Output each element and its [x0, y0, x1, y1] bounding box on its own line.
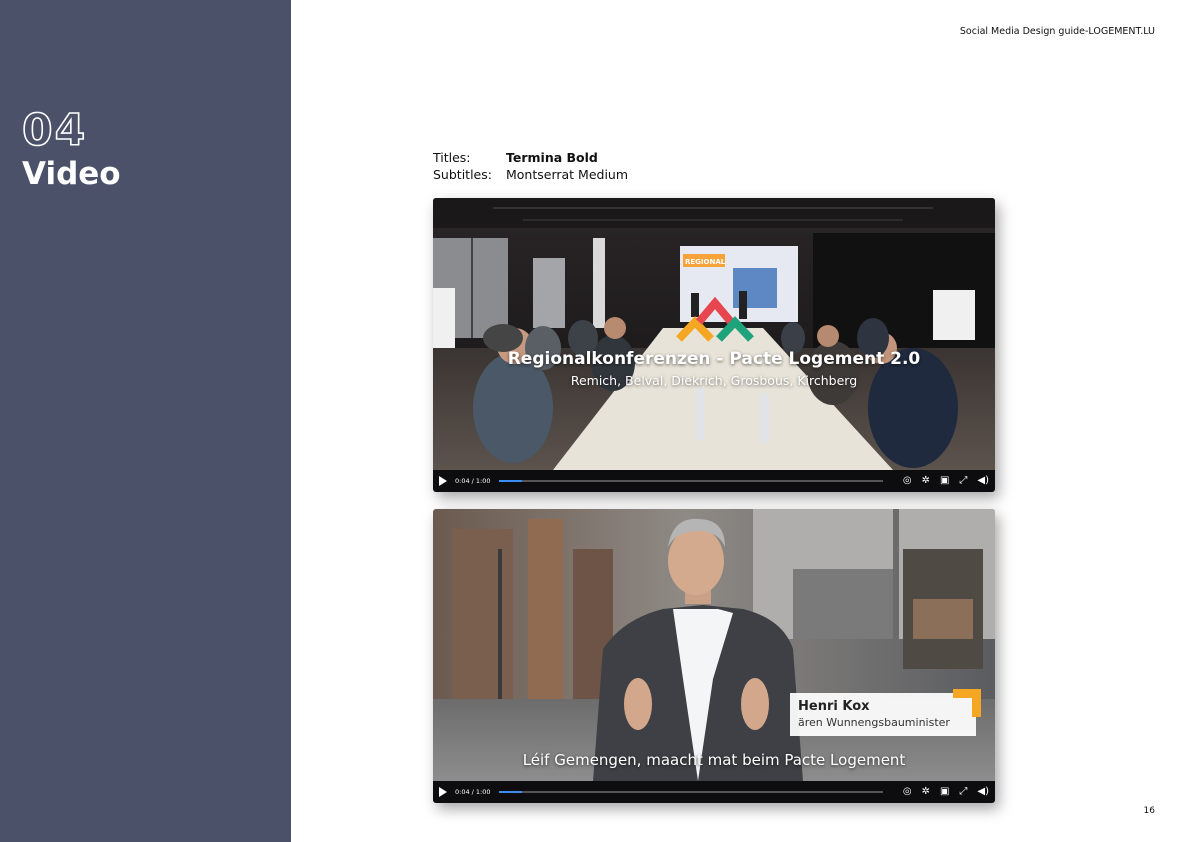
subtitles-font: Montserrat Medium: [506, 167, 629, 182]
sidebar-panel: 04 Video: [0, 0, 291, 842]
video-title: Regionalkonferenzen - Pacte Logement 2.0: [507, 349, 921, 369]
subtitles-label: Subtitles:: [433, 167, 492, 182]
titles-font: Termina Bold: [506, 150, 598, 165]
fullscreen-icon[interactable]: ⤢: [959, 476, 967, 486]
video-player-minister[interactable]: Henri Kox ären Wunnengsbauminister Léif …: [433, 509, 995, 803]
volume-icon[interactable]: ◀): [977, 787, 989, 797]
video-frame[interactable]: REGIONAL Regionalkonferenzen - Pacte Log…: [433, 198, 995, 470]
speaker-name: Henri Kox: [798, 699, 870, 714]
play-icon[interactable]: [439, 787, 447, 797]
speaker-role: ären Wunnengsbauminister: [798, 716, 950, 729]
video-player-conference[interactable]: REGIONAL Regionalkonferenzen - Pacte Log…: [433, 198, 995, 492]
document-header: Social Media Design guide-LOGEMENT.LU: [959, 26, 1155, 37]
chat-icon[interactable]: ◎: [903, 476, 912, 486]
picture-in-picture-icon[interactable]: ▣: [940, 476, 949, 486]
video-caption: Léif Gemengen, maacht mat beim Pacte Log…: [522, 751, 906, 769]
minister-scene: [433, 509, 995, 781]
screen-text: REGIONAL: [685, 258, 726, 266]
gear-icon[interactable]: ✲: [922, 476, 930, 486]
conference-scene: REGIONAL: [433, 198, 995, 470]
section-number: 04: [21, 105, 88, 156]
name-card: Henri Kox ären Wunnengsbauminister: [790, 693, 976, 736]
progress-track[interactable]: [498, 791, 883, 793]
video-time: 0:04 / 1:00: [455, 788, 491, 796]
titles-label: Titles:: [433, 150, 471, 165]
video-controls: 0:04 / 1:00 ◎ ✲ ▣ ⤢ ◀): [433, 470, 995, 492]
video-frame[interactable]: Henri Kox ären Wunnengsbauminister Léif …: [433, 509, 995, 781]
progress-track[interactable]: [498, 480, 883, 482]
fullscreen-icon[interactable]: ⤢: [959, 787, 967, 797]
video-time: 0:04 / 1:00: [455, 477, 491, 485]
video-subtitle: Remich, Belval, Diekrich, Grosbous, Kirc…: [570, 373, 858, 388]
picture-in-picture-icon[interactable]: ▣: [940, 787, 949, 797]
play-icon[interactable]: [439, 476, 447, 486]
name-card-accent: [953, 689, 981, 717]
gear-icon[interactable]: ✲: [922, 787, 930, 797]
chat-icon[interactable]: ◎: [903, 787, 912, 797]
section-title: Video: [22, 156, 121, 192]
volume-icon[interactable]: ◀): [977, 476, 989, 486]
page-number: 16: [1143, 806, 1155, 816]
progress-fill: [498, 480, 522, 482]
font-spec: Titles: Termina Bold Subtitles: Montserr…: [433, 149, 628, 183]
video-controls: 0:04 / 1:00 ◎ ✲ ▣ ⤢ ◀): [433, 781, 995, 803]
progress-fill: [498, 791, 522, 793]
